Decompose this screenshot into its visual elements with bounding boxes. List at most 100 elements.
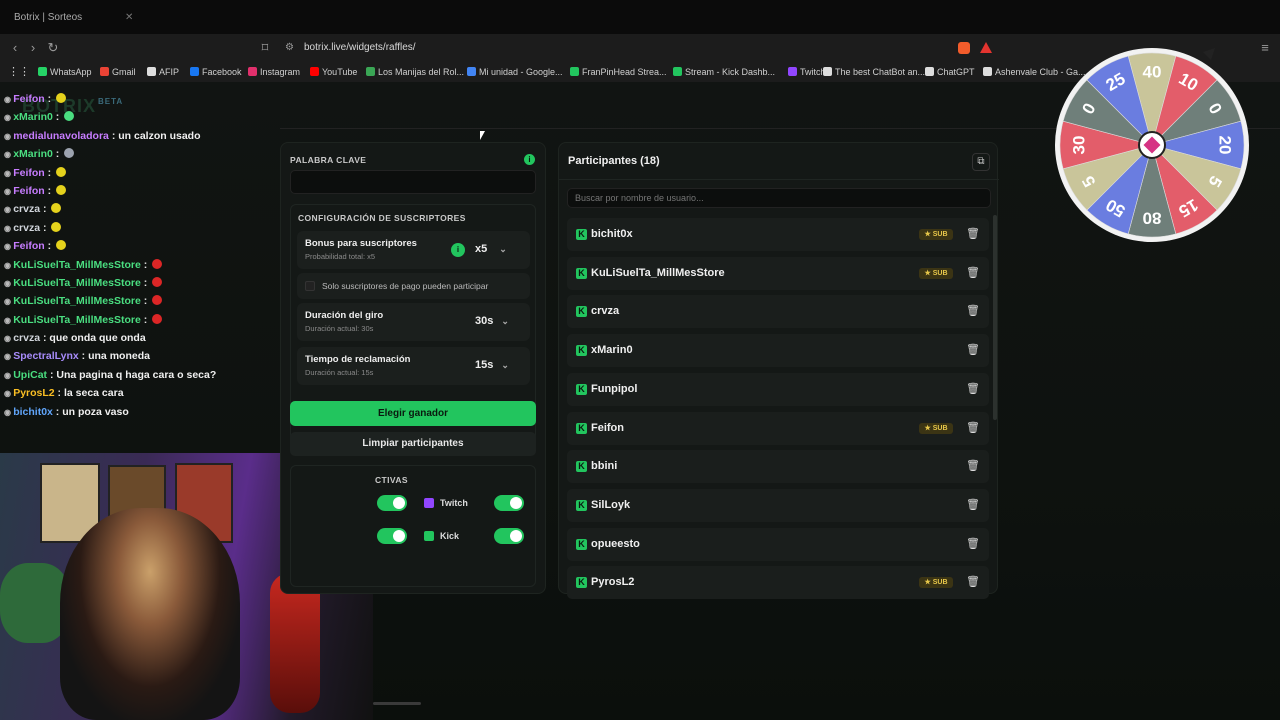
horizontal-scrollbar[interactable] [373,702,421,705]
user-badge-icon: ◉ [4,150,14,160]
copy-icon[interactable]: ⧉ [972,153,990,171]
browser-tab-bar: Botrix | Sorteos ✕ [0,0,1280,34]
emote-icon [51,221,62,232]
participant-row[interactable]: Kbichit0x ★ SUB 🗑 [567,218,989,251]
clear-participants-button[interactable]: Limpiar participantes [290,432,536,456]
bookmark-item[interactable]: Instagram [248,65,300,79]
bookmark-label: The best ChatBot an... [835,67,926,77]
chat-message: ◉ crvza : [0,219,280,237]
bonus-select[interactable]: x5 ⌄ [475,243,507,255]
trash-icon[interactable]: 🗑 [965,420,981,436]
wheel-segment-label: 30 [1070,136,1089,155]
bookmark-item[interactable]: Facebook [190,65,242,79]
participant-row[interactable]: K SilLoyk 🗑 [567,488,989,522]
bookmark-item[interactable]: The best ChatBot an... [823,65,925,79]
kick-toggle[interactable] [494,528,524,544]
user-badge-icon: ◉ [4,131,14,141]
chat-username: xMarin0 [13,111,53,124]
bookmark-favicon-icon [788,67,797,76]
chat-username: Feifon [13,240,45,253]
bookmark-icon[interactable]: ⌑ [256,40,274,56]
bonus-info-icon[interactable]: i [451,243,465,257]
url-field[interactable]: ⚙ botrix.live/widgets/raffles/ [280,39,1000,57]
kick-icon: K [576,267,587,279]
participant-row[interactable]: Kcrvza 🗑 [567,295,989,329]
participant-name: xMarin0 [591,344,633,357]
scrollbar[interactable] [993,215,997,420]
participant-row[interactable]: K KuLiSuelTa_MillMesStore ★ SUB 🗑 [567,256,989,290]
back-icon[interactable]: ‹ [6,40,24,56]
trash-icon[interactable]: 🗑 [965,303,981,319]
participant-row[interactable]: K Funpipol 🗑 [567,372,989,406]
bookmark-item[interactable]: Mi unidad - Google... [467,65,563,79]
chat-separator: : [44,240,55,253]
trash-icon[interactable]: 🗑 [965,226,981,242]
participant-row[interactable]: Kbbini 🗑 [567,450,989,484]
participant-row[interactable]: K Feifon ★ SUB 🗑 [567,411,989,445]
close-tab-icon[interactable]: ✕ [125,12,133,23]
trash-icon[interactable]: 🗑 [965,497,981,513]
paid-only-card[interactable]: Solo suscriptores de pago pueden partici… [297,273,530,299]
chat-message: ◉ xMarin0 : [0,145,280,163]
bookmark-item[interactable]: YouTube [310,65,357,79]
trash-icon[interactable]: 🗑 [965,342,981,358]
info-icon[interactable]: i [524,154,535,165]
trash-icon[interactable]: 🗑 [965,536,981,552]
rewards-icon[interactable] [980,42,992,53]
bookmark-item[interactable]: Los Manijas del Rol... [366,65,464,79]
chat-username: KuLiSuelTa_MillMesStore [13,258,141,271]
pick-winner-button[interactable]: Elegir ganador [290,401,536,426]
trash-icon[interactable]: 🗑 [965,458,981,474]
chat-message: ◉ Feifon : [0,90,280,108]
sub-badge: ★ SUB [919,422,953,434]
participant-name: Feifon [591,421,624,434]
bookmark-item[interactable]: Stream - Kick Dashb... [673,65,775,79]
participant-search-input[interactable] [567,188,991,208]
platforms-title: CTIVAS [375,475,408,485]
bookmark-item[interactable]: Gmail [100,65,136,79]
spin-duration-card: Duración del giro Duración actual: 30s 3… [297,303,530,341]
chat-separator: : [140,295,151,308]
chat-message: ◉ bichit0x : un poza vaso [0,403,280,421]
paid-only-checkbox[interactable] [305,281,315,291]
user-badge-icon: ◉ [4,205,14,215]
participant-row[interactable]: Kopueesto 🗑 [567,527,989,561]
user-badge-icon: ◉ [4,95,14,104]
chevron-down-icon: ⌄ [499,244,507,254]
kick-icon: K [576,383,587,395]
menu-icon[interactable]: ≡ [1256,40,1274,56]
bookmark-item[interactable]: AFIP [147,65,179,79]
bookmark-item[interactable]: ChatGPT [925,65,975,79]
participants-panel: Participantes (18) ⧉ Kbichit0x ★ SUB 🗑 K KuL… [558,142,999,600]
kick-icon [424,531,434,541]
platform-toggle-2[interactable] [377,528,407,544]
site-info-icon[interactable]: ⚙ [285,39,294,57]
apps-icon[interactable]: ⋮⋮ [8,65,30,79]
bookmark-item[interactable]: WhatsApp [38,65,92,79]
keyword-input[interactable] [290,170,536,194]
reload-icon[interactable]: ↻ [44,40,62,56]
trash-icon[interactable]: 🗑 [965,265,981,281]
chat-username: KuLiSuelTa_MillMesStore [13,313,141,326]
participant-name: SilLoyk [591,498,631,511]
bookmark-item[interactable]: Twitch [788,65,826,79]
chat-message: ◉ KuLiSuelTa_MillMesStore : [0,311,280,329]
bookmark-item[interactable]: FranPinHead Strea... [570,65,667,79]
brave-shield-icon[interactable] [958,42,970,54]
browser-tab[interactable]: Botrix | Sorteos ✕ [6,10,166,34]
claim-select[interactable]: 15s ⌄ [475,359,509,371]
tab-title: Botrix | Sorteos [14,12,83,23]
chat-username: Feifon [13,93,45,105]
participant-row[interactable]: KxMarin0 🗑 [567,334,989,368]
chat-text: que onda que onda [49,332,146,345]
forward-icon[interactable]: › [24,40,42,56]
participant-row[interactable]: K PyrosL2 ★ SUB 🗑 [567,566,989,600]
user-badge-icon: ◉ [4,278,14,288]
spin-select[interactable]: 30s ⌄ [475,315,509,327]
platform-toggle-1[interactable] [377,495,407,511]
chat-message: ◉ Feifon : [0,164,280,182]
trash-icon[interactable]: 🗑 [965,574,981,590]
chat-username: KuLiSuelTa_MillMesStore [13,295,141,308]
trash-icon[interactable]: 🗑 [965,381,981,397]
twitch-toggle[interactable] [494,495,524,511]
